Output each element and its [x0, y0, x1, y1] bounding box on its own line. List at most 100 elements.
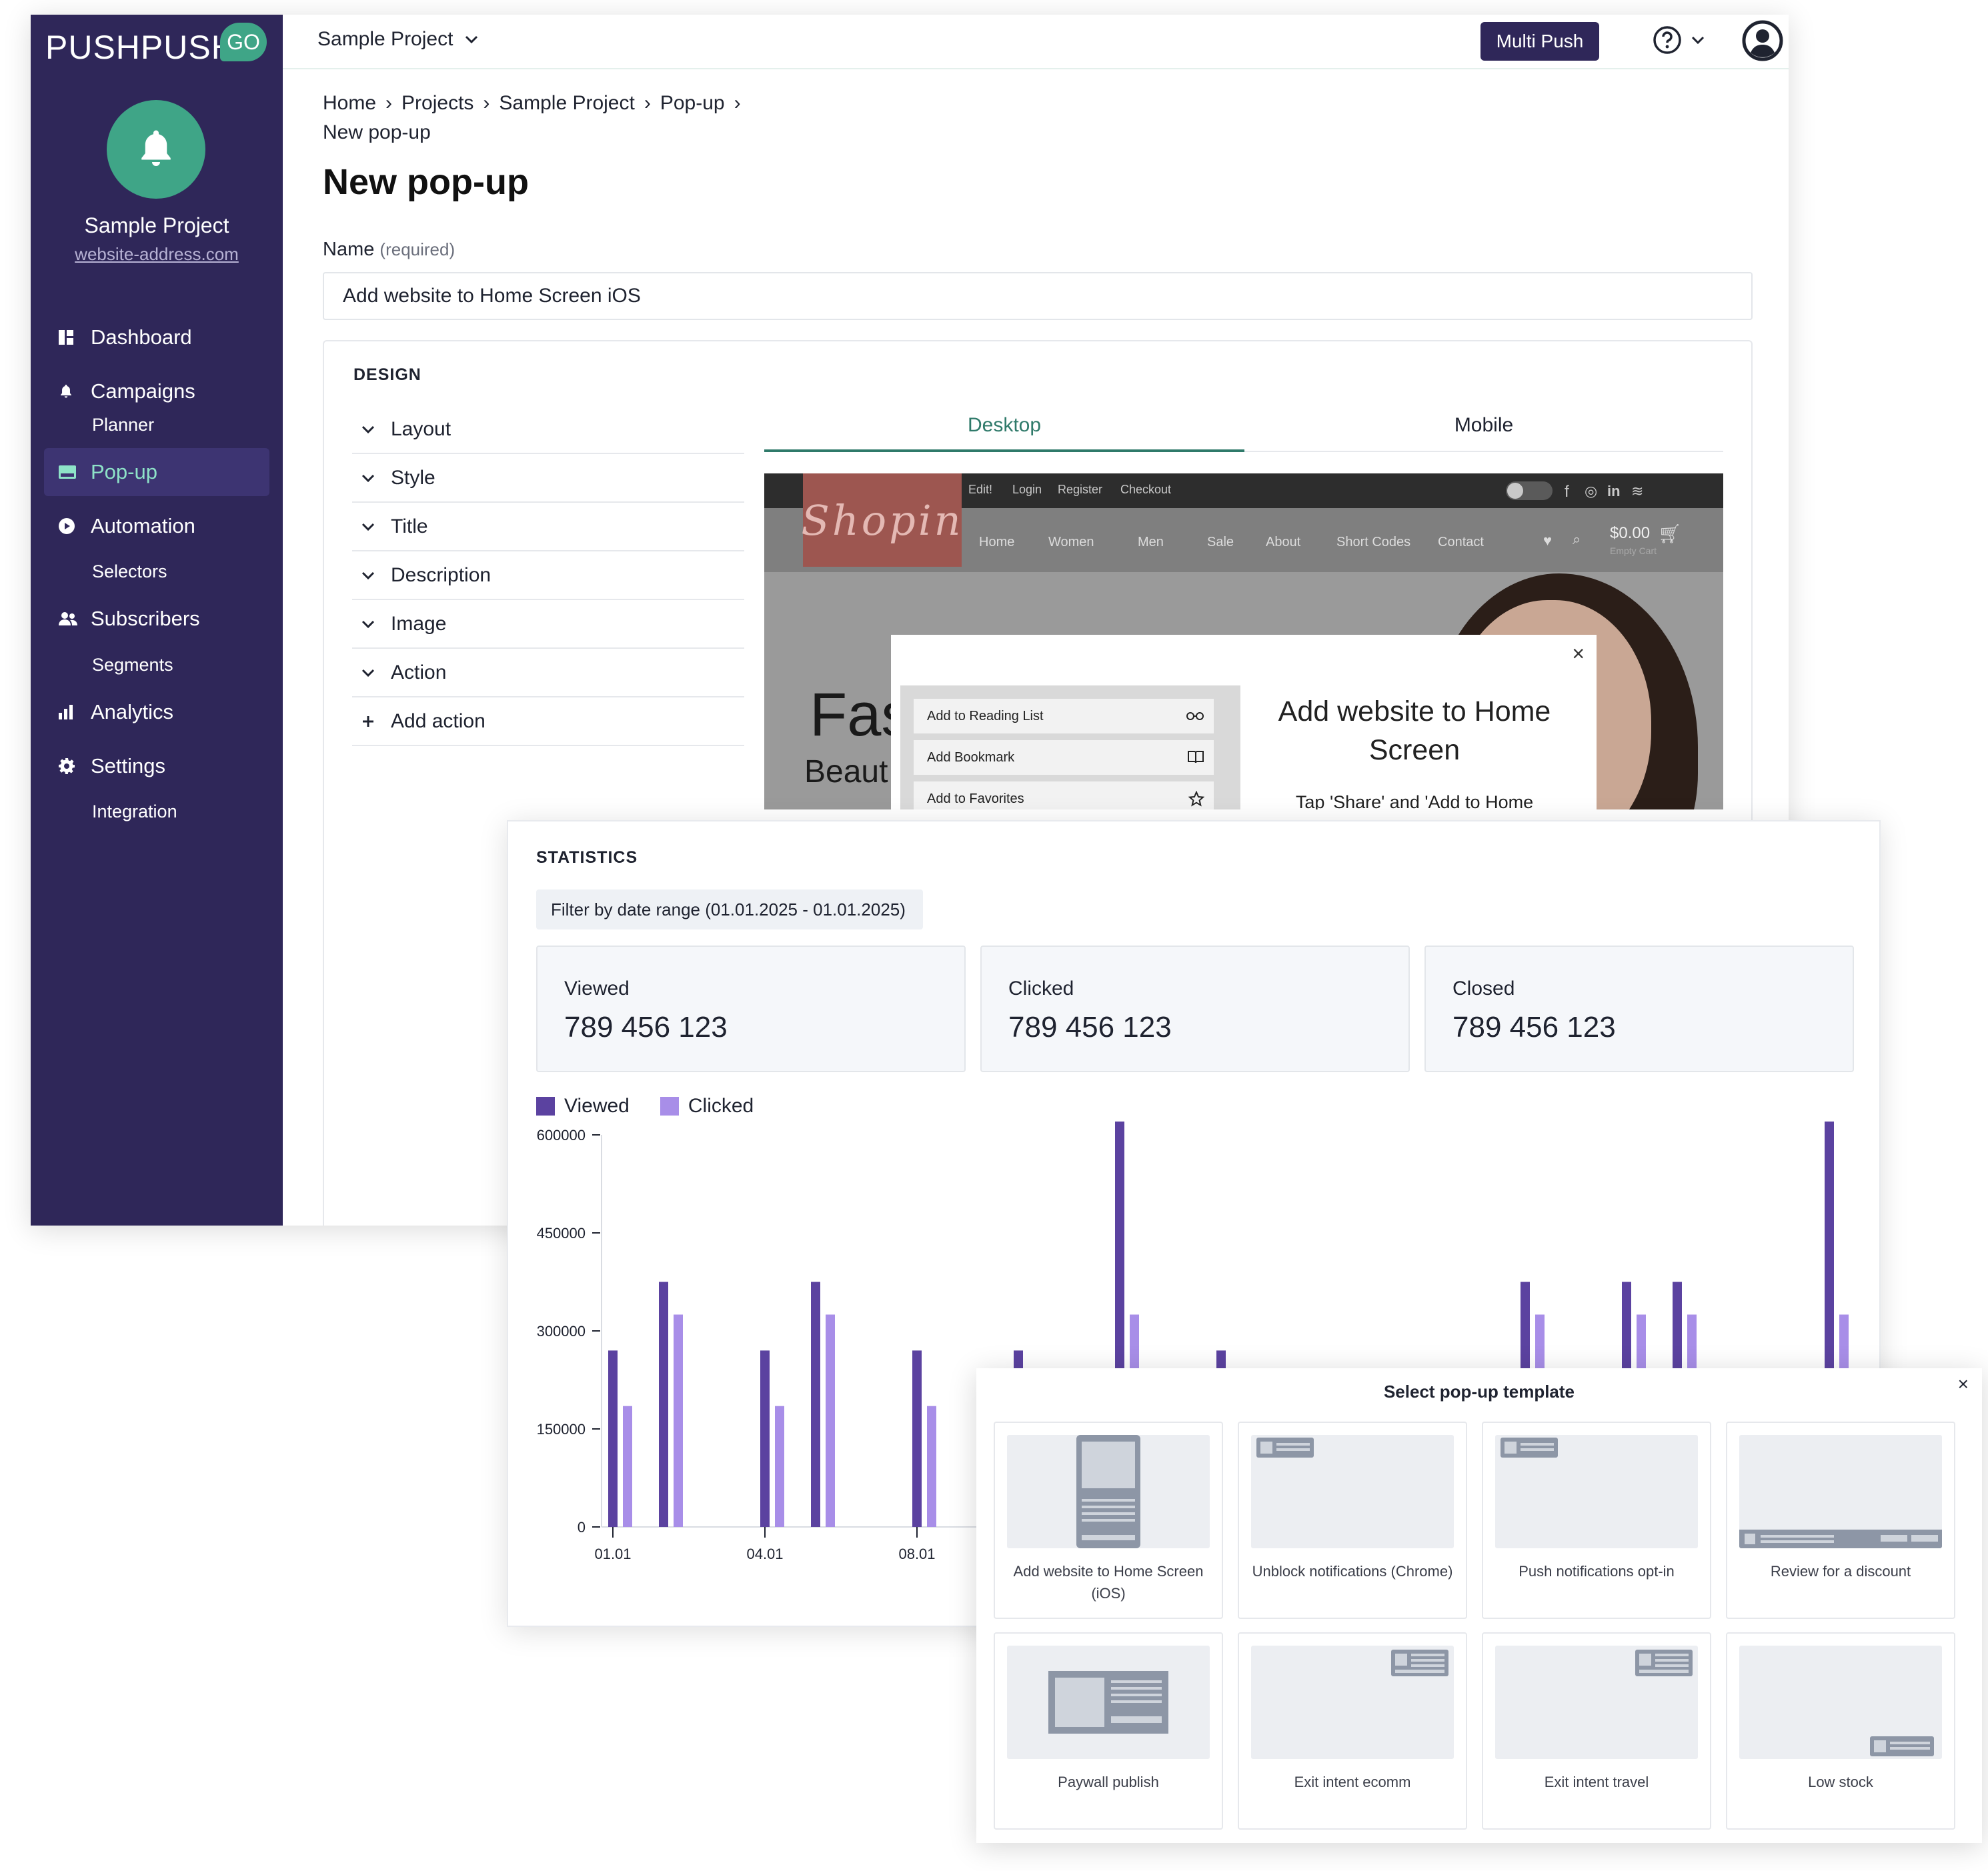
template-label: Exit intent travel — [1544, 1774, 1649, 1790]
template-label: Unblock notifications (Chrome) — [1252, 1563, 1453, 1580]
breadcrumb-projects[interactable]: Projects — [401, 92, 473, 115]
chart-bar-clicked — [826, 1314, 835, 1527]
ios-share-menu-image: Add to Reading List Add Bookmark Add to … — [900, 685, 1240, 809]
sidebar-item-label: Campaigns — [91, 379, 195, 403]
glasses-icon — [1186, 712, 1204, 720]
share-menu-row: Add Bookmark — [914, 740, 1214, 775]
sidebar-item-automation[interactable]: Automation — [44, 502, 269, 550]
play-circle-icon — [59, 518, 91, 534]
preview-nav-link: Women — [1048, 535, 1094, 549]
accordion-layout[interactable]: Layout — [352, 405, 744, 454]
template-label: Low stock — [1808, 1774, 1873, 1790]
accordion-description[interactable]: Description — [352, 551, 744, 600]
stat-value: 789 456 123 — [1452, 1011, 1616, 1044]
chevron-down-icon — [352, 571, 391, 579]
legend-item-viewed[interactable]: Viewed — [536, 1095, 630, 1118]
multi-push-button[interactable]: Multi Push — [1480, 22, 1599, 61]
accordion-action[interactable]: Action — [352, 649, 744, 697]
name-field-label: Name (required) — [323, 239, 455, 261]
sidebar-subitem-planner[interactable]: Planner — [92, 415, 154, 435]
user-menu[interactable] — [1742, 20, 1789, 61]
chevron-down-icon — [352, 474, 391, 482]
accordion-label: Action — [391, 661, 447, 683]
add-action-button[interactable]: Add action — [352, 697, 744, 746]
sidebar-subitem-selectors[interactable]: Selectors — [92, 561, 167, 582]
page-title: New pop-up — [323, 162, 529, 202]
stat-card-viewed: Viewed 789 456 123 — [536, 946, 966, 1072]
template-card[interactable]: Push notifications opt-in — [1482, 1422, 1711, 1619]
template-thumbnail — [1251, 1646, 1454, 1759]
heart-icon: ♥ — [1543, 532, 1553, 549]
chevron-right-icon: › — [734, 92, 741, 114]
tab-mobile[interactable]: Mobile — [1244, 407, 1723, 452]
sidebar-item-settings[interactable]: Settings — [44, 742, 269, 790]
legend-item-clicked[interactable]: Clicked — [660, 1095, 754, 1118]
accordion-style[interactable]: Style — [352, 454, 744, 503]
popup-preview: Edit! Login Register Checkout f ◎ in ≋ H… — [764, 473, 1723, 809]
project-select[interactable]: Sample Project — [317, 28, 478, 51]
template-thumbnail — [1007, 1646, 1210, 1759]
preview-nav-link: Men — [1138, 535, 1164, 549]
template-thumbnail — [1251, 1435, 1454, 1548]
gear-icon — [59, 758, 91, 774]
sidebar-subitem-segments[interactable]: Segments — [92, 655, 173, 675]
template-card[interactable]: Paywall publish — [994, 1632, 1223, 1830]
project-avatar — [107, 100, 205, 199]
breadcrumb-sample-project[interactable]: Sample Project — [499, 92, 634, 115]
project-url-link[interactable]: website-address.com — [31, 244, 283, 265]
chart-bar-clicked — [674, 1314, 683, 1527]
accordion-label: Image — [391, 612, 447, 635]
sidebar-item-analytics[interactable]: Analytics — [44, 688, 269, 736]
sidebar-subitem-integration[interactable]: Integration — [92, 801, 177, 822]
stat-label: Viewed — [564, 978, 630, 1000]
chart-bar-viewed — [912, 1350, 922, 1527]
sidebar-item-label: Subscribers — [91, 607, 200, 630]
chevron-right-icon: › — [644, 92, 651, 114]
stat-card-clicked: Clicked 789 456 123 — [980, 946, 1410, 1072]
breadcrumb-popup[interactable]: Pop-up — [660, 92, 725, 115]
template-card[interactable]: Add website to Home Screen (iOS) — [994, 1422, 1223, 1619]
brand-logo[interactable]: PUSHPUSH — [45, 28, 236, 67]
close-icon[interactable]: × — [1958, 1374, 1969, 1395]
breadcrumb-home[interactable]: Home — [323, 92, 376, 115]
chevron-down-icon — [352, 425, 391, 433]
template-card[interactable]: Exit intent ecomm — [1238, 1632, 1467, 1830]
sidebar-item-label: Pop-up — [91, 460, 157, 483]
date-range-filter[interactable]: Filter by date range (01.01.2025 - 01.01… — [536, 889, 923, 929]
template-card[interactable]: Low stock — [1726, 1632, 1955, 1830]
share-menu-label: Add to Favorites — [927, 791, 1024, 806]
preview-top-link: Edit! — [968, 483, 993, 496]
sidebar-item-popup[interactable]: Pop-up — [44, 448, 269, 496]
template-label: Paywall publish — [1058, 1774, 1159, 1790]
share-menu-row: Add to Favorites — [914, 781, 1214, 809]
preview-nav-link: Home — [979, 535, 1015, 549]
sidebar: PUSHPUSH GO Sample Project website-addre… — [31, 15, 283, 1226]
topbar: Sample Project Multi Push — [283, 15, 1789, 69]
sidebar-item-dashboard[interactable]: Dashboard — [44, 313, 269, 361]
stat-label: Clicked — [1008, 978, 1074, 1000]
accordion-image[interactable]: Image — [352, 600, 744, 649]
template-card[interactable]: Unblock notifications (Chrome) — [1238, 1422, 1467, 1619]
name-input[interactable]: Add website to Home Screen iOS — [323, 272, 1753, 320]
tab-desktop[interactable]: Desktop — [764, 407, 1244, 452]
template-modal: Select pop-up template × Add website to … — [976, 1368, 1982, 1843]
template-card[interactable]: Exit intent travel — [1482, 1632, 1711, 1830]
chevron-down-icon — [352, 669, 391, 677]
template-thumbnail — [1007, 1435, 1210, 1548]
design-heading: DESIGN — [353, 365, 421, 384]
template-label: Add website to Home Screen (iOS) — [1013, 1563, 1204, 1602]
accordion-label: Description — [391, 563, 491, 586]
template-thumbnail — [1495, 1646, 1698, 1759]
sidebar-item-campaigns[interactable]: Campaigns — [44, 367, 269, 415]
y-tick-label: 0 — [578, 1519, 586, 1536]
x-tick-label: 01.01 — [594, 1546, 631, 1562]
chart-bar-viewed — [811, 1282, 820, 1527]
project-name: Sample Project — [84, 213, 229, 237]
sidebar-item-subscribers[interactable]: Subscribers — [44, 595, 269, 643]
help-menu[interactable] — [1653, 25, 1705, 55]
user-avatar-icon — [1742, 20, 1783, 61]
preview-top-link: Checkout — [1120, 483, 1172, 496]
accordion-title[interactable]: Title — [352, 503, 744, 551]
stat-value: 789 456 123 — [564, 1011, 728, 1044]
template-card[interactable]: Review for a discount — [1726, 1422, 1955, 1619]
